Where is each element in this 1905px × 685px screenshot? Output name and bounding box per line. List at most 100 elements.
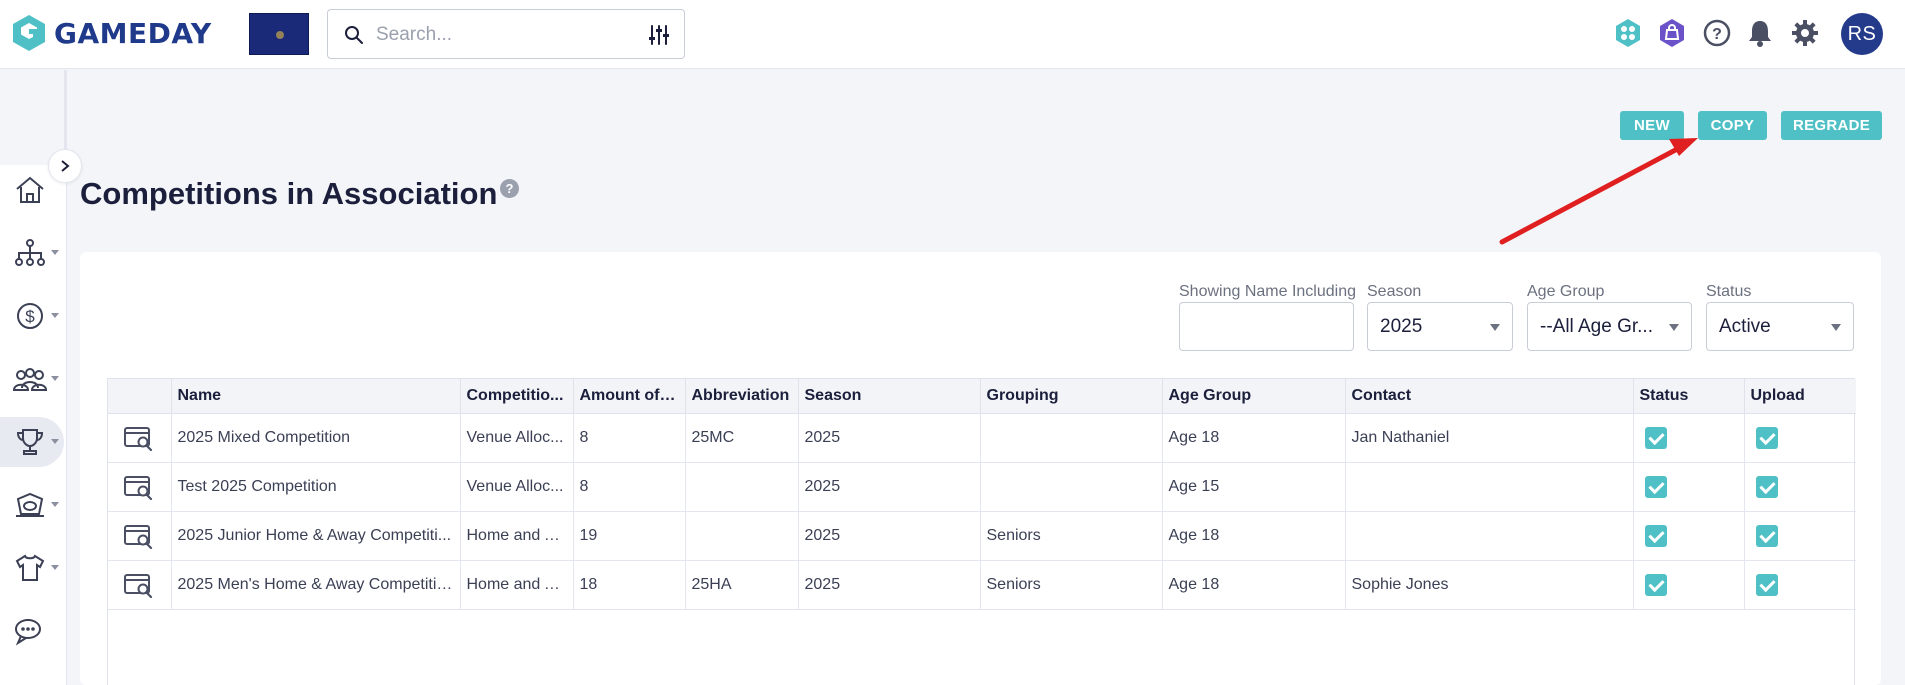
season-cell: 2025	[798, 511, 981, 561]
view-cell[interactable]	[108, 462, 172, 512]
column-header-grouping[interactable]: Grouping	[980, 379, 1163, 414]
table-row[interactable]: 2025 Men's Home & Away Competition Home a…	[108, 560, 1856, 610]
sidebar-item-members[interactable]	[0, 354, 64, 404]
upload-checkbox[interactable]	[1755, 426, 1778, 449]
sidebar-item-teams[interactable]	[0, 543, 64, 593]
column-header-upload[interactable]: Upload	[1744, 379, 1856, 414]
amount-of-teams-cell: 8	[573, 462, 686, 512]
column-header-contact[interactable]: Contact	[1345, 379, 1634, 414]
upload-checkbox[interactable]	[1755, 573, 1778, 596]
status-cell	[1633, 413, 1745, 463]
association-flag[interactable]	[249, 13, 309, 55]
copy-button[interactable]: COPY	[1698, 111, 1767, 140]
view-cell[interactable]	[108, 511, 172, 561]
bell-icon[interactable]	[1743, 16, 1777, 50]
search-input[interactable]	[376, 20, 636, 50]
name-cell: 2025 Mixed Competition	[171, 413, 461, 463]
competitions-table: Name Competitio... Amount of T... Abbrev…	[107, 378, 1856, 685]
view-record-icon[interactable]	[123, 523, 153, 549]
view-cell[interactable]	[108, 560, 172, 610]
name-cell: 2025 Junior Home & Away Competiti...	[171, 511, 461, 561]
status-select[interactable]: Active	[1706, 302, 1854, 351]
season-cell: 2025	[798, 462, 981, 512]
gear-icon[interactable]	[1788, 16, 1822, 50]
column-header-abbreviation[interactable]: Abbreviation	[685, 379, 799, 414]
svg-text:?: ?	[1712, 26, 1722, 43]
status-cell	[1633, 511, 1745, 561]
amount-of-teams-cell: 18	[573, 560, 686, 610]
sidebar-item-competitions[interactable]	[0, 417, 64, 467]
name-filter-input[interactable]	[1179, 302, 1354, 351]
name-cell: 2025 Men's Home & Away Competition	[171, 560, 461, 610]
sidebar-item-venues[interactable]	[0, 480, 64, 530]
chevron-right-icon	[61, 160, 70, 172]
abbreviation-cell	[685, 511, 799, 561]
season-select-value: 2025	[1380, 315, 1423, 337]
new-button[interactable]: NEW	[1620, 111, 1684, 140]
status-checkbox[interactable]	[1644, 475, 1667, 498]
view-cell[interactable]	[108, 413, 172, 463]
season-select[interactable]: 2025	[1367, 302, 1513, 351]
regrade-button[interactable]: REGRADE	[1781, 111, 1882, 140]
age-group-cell: Age 18	[1162, 413, 1346, 463]
age-group-select[interactable]: --All Age Gr...	[1527, 302, 1692, 351]
sidebar-item-organisation[interactable]	[0, 228, 64, 278]
gameday-logo-icon	[13, 15, 45, 51]
column-header-age-group[interactable]: Age Group	[1162, 379, 1346, 414]
home-icon	[16, 176, 44, 203]
org-chart-icon	[15, 239, 45, 266]
chevron-down-icon	[51, 502, 59, 507]
column-header-amount-of-teams[interactable]: Amount of T...	[573, 379, 686, 414]
table-row[interactable]: Test 2025 Competition Venue Alloc... 8 2025…	[108, 462, 1856, 512]
competition-type-cell: Home and A...	[460, 560, 574, 610]
upload-checkbox[interactable]	[1755, 524, 1778, 547]
upload-cell	[1744, 560, 1856, 610]
table-row[interactable]: 2025 Mixed Competition Venue Alloc... 8 25M…	[108, 413, 1856, 463]
chevron-down-icon	[51, 439, 59, 444]
table-row[interactable]: 2025 Junior Home & Away Competiti... Home…	[108, 511, 1856, 561]
status-filter-label: Status	[1706, 283, 1752, 300]
shield-bag-icon[interactable]	[1655, 16, 1689, 50]
sidebar-item-communications[interactable]	[0, 606, 64, 656]
sidebar-collapse-button[interactable]	[48, 149, 82, 183]
amount-of-teams-cell: 19	[573, 511, 686, 561]
column-header-status[interactable]: Status	[1633, 379, 1745, 414]
age-group-filter-label: Age Group	[1527, 283, 1605, 300]
search-box[interactable]	[327, 9, 685, 59]
status-checkbox[interactable]	[1644, 524, 1667, 547]
age-group-cell: Age 15	[1162, 462, 1346, 512]
contact-cell	[1345, 462, 1634, 512]
status-checkbox[interactable]	[1644, 573, 1667, 596]
status-cell	[1633, 462, 1745, 512]
view-record-icon[interactable]	[123, 425, 153, 451]
status-checkbox[interactable]	[1644, 426, 1667, 449]
search-icon	[345, 26, 363, 44]
top-bar: GAMEDAY ? RS	[0, 0, 1905, 69]
help-icon[interactable]: ?	[500, 179, 519, 198]
chevron-down-icon	[51, 313, 59, 318]
gameday-logo[interactable]: GAMEDAY	[10, 13, 212, 53]
upload-checkbox[interactable]	[1755, 475, 1778, 498]
view-record-icon[interactable]	[123, 474, 153, 500]
contact-cell: Sophie Jones	[1345, 560, 1634, 610]
age-group-cell: Age 18	[1162, 560, 1346, 610]
help-circle-icon[interactable]: ?	[1700, 16, 1734, 50]
user-avatar[interactable]: RS	[1841, 13, 1883, 55]
grouping-cell	[980, 462, 1163, 512]
sidebar-item-finance[interactable]: $	[0, 291, 64, 341]
dropdown-arrow-icon	[1669, 324, 1679, 331]
amount-of-teams-cell: 8	[573, 413, 686, 463]
view-record-icon[interactable]	[123, 572, 153, 598]
season-cell: 2025	[798, 560, 981, 610]
column-header-competition-type[interactable]: Competitio...	[460, 379, 574, 414]
competition-type-cell: Venue Alloc...	[460, 413, 574, 463]
column-header-name[interactable]: Name	[171, 379, 461, 414]
chevron-down-icon	[51, 250, 59, 255]
filter-sliders-icon[interactable]	[648, 24, 670, 46]
hub-icon[interactable]	[1611, 16, 1645, 50]
column-header-season[interactable]: Season	[798, 379, 981, 414]
grouping-cell: Seniors	[980, 560, 1163, 610]
stadium-icon	[16, 492, 44, 517]
chat-icon	[15, 619, 41, 646]
chevron-down-icon	[51, 565, 59, 570]
